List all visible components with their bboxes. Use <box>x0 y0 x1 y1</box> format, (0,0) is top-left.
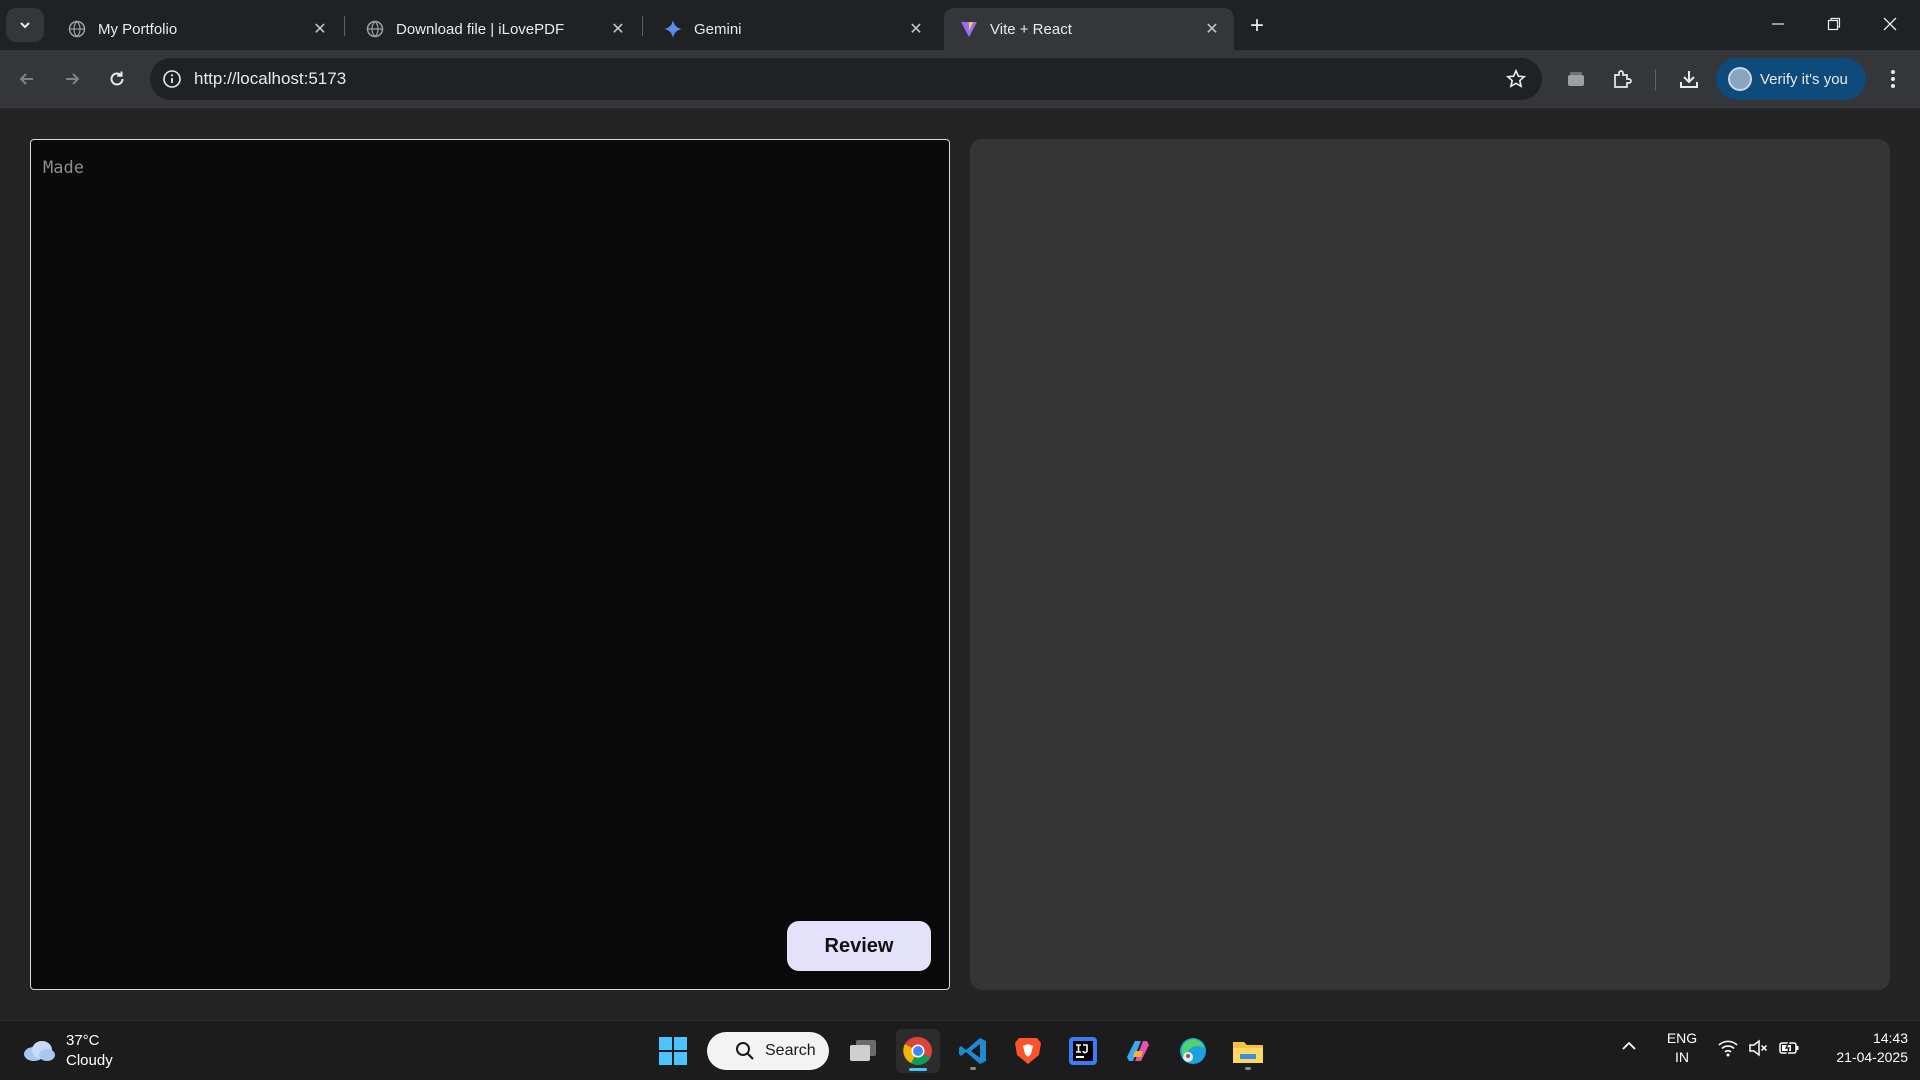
weather-temp: 37°C <box>66 1032 100 1049</box>
vscode-icon <box>959 1038 986 1064</box>
forward-button[interactable] <box>55 62 89 96</box>
chevron-down-icon <box>20 22 30 29</box>
system-status-group[interactable] <box>1718 1039 1800 1057</box>
search-label: Search <box>765 1042 816 1059</box>
tab-title: Vite + React <box>990 20 1072 38</box>
tab-separator <box>642 16 643 36</box>
back-button[interactable] <box>10 62 44 96</box>
brave-taskbar-button[interactable] <box>1006 1029 1050 1073</box>
search-icon <box>735 1041 755 1066</box>
minimize-button[interactable] <box>1750 0 1806 48</box>
chrome-icon <box>903 1036 932 1065</box>
windows-logo-icon <box>659 1037 687 1065</box>
tab-groups-icon[interactable] <box>1561 64 1591 94</box>
active-indicator <box>909 1068 927 1071</box>
arrow-left-icon <box>19 73 33 85</box>
speaker-muted-icon <box>1749 1039 1768 1057</box>
task-view-button[interactable] <box>841 1029 885 1073</box>
tab-my-portfolio[interactable]: My Portfolio ✕ <box>52 8 342 50</box>
globe-icon <box>366 20 384 38</box>
tab-title: Download file | iLovePDF <box>396 20 565 38</box>
weather-desc: Cloudy <box>66 1052 113 1069</box>
chevron-up-icon <box>1622 1041 1636 1050</box>
code-editor[interactable]: Made Review <box>30 139 950 990</box>
editor-text[interactable]: Made <box>43 158 84 178</box>
edge-taskbar-button[interactable] <box>1171 1029 1215 1073</box>
show-hidden-icons-button[interactable] <box>1620 1039 1638 1058</box>
site-info-icon[interactable] <box>150 58 194 100</box>
copilot-icon <box>1127 1041 1149 1061</box>
clock-date: 21-04-2025 <box>1836 1049 1908 1065</box>
battery-charging-icon <box>1779 1041 1799 1055</box>
toolbar-divider <box>1655 69 1656 91</box>
review-button[interactable]: Review <box>787 921 931 971</box>
tab-ilovepdf[interactable]: Download file | iLovePDF ✕ <box>350 8 640 50</box>
intellij-taskbar-button[interactable] <box>1061 1029 1105 1073</box>
tab-vite-react[interactable]: Vite + React ✕ <box>944 8 1234 50</box>
review-output-panel <box>970 139 1890 990</box>
vscode-taskbar-button[interactable] <box>951 1029 995 1073</box>
wifi-icon <box>1718 1040 1738 1057</box>
close-icon[interactable]: ✕ <box>308 17 332 41</box>
start-button[interactable] <box>651 1029 695 1073</box>
tab-title: Gemini <box>694 20 742 38</box>
page-content: Made Review <box>0 108 1920 1020</box>
intellij-icon <box>1069 1037 1097 1065</box>
file-explorer-taskbar-button[interactable] <box>1226 1029 1270 1073</box>
chrome-taskbar-button[interactable] <box>896 1029 940 1073</box>
extensions-puzzle-icon[interactable] <box>1607 64 1637 94</box>
close-icon[interactable]: ✕ <box>606 17 630 41</box>
more-menu-icon[interactable] <box>1878 64 1908 94</box>
folder-icon <box>1233 1042 1263 1063</box>
clock[interactable]: 14:43 21-04-2025 <box>1814 1029 1908 1067</box>
cloud-icon <box>22 1040 56 1062</box>
copilot-taskbar-button[interactable] <box>1116 1029 1160 1073</box>
lang-line1: ENG <box>1666 1030 1698 1046</box>
tab-separator <box>344 16 345 36</box>
address-bar[interactable]: http://localhost:5173 <box>150 58 1542 100</box>
restore-icon <box>1827 17 1841 31</box>
restore-button[interactable] <box>1806 0 1862 48</box>
clock-time: 14:43 <box>1872 1030 1908 1046</box>
close-window-button[interactable] <box>1862 0 1918 48</box>
taskbar: 37°C Cloudy Search ENG IN 14:43 21-04-20… <box>0 1020 1920 1080</box>
tab-strip: My Portfolio ✕ Download file | iLovePDF … <box>0 0 1920 50</box>
tab-gemini[interactable]: Gemini ✕ <box>648 8 938 50</box>
close-icon[interactable]: ✕ <box>1200 17 1224 41</box>
verify-profile-button[interactable]: Verify it's you <box>1716 58 1866 100</box>
arrow-right-icon <box>66 73 80 85</box>
gemini-sparkle-icon <box>664 20 682 38</box>
download-icon[interactable] <box>1674 64 1704 94</box>
reload-icon <box>110 71 124 86</box>
globe-icon <box>68 20 86 38</box>
running-indicator <box>1245 1067 1251 1070</box>
task-view-icon <box>850 1040 876 1061</box>
close-icon[interactable]: ✕ <box>904 17 928 41</box>
url-text[interactable]: http://localhost:5173 <box>194 69 346 89</box>
close-icon <box>1883 17 1897 31</box>
vite-icon <box>960 20 978 38</box>
language-indicator[interactable]: ENG IN <box>1664 1029 1700 1067</box>
browser-toolbar: http://localhost:5173 Verify it's you <box>0 50 1920 108</box>
tab-title: My Portfolio <box>98 20 178 38</box>
brave-lion-icon <box>1015 1038 1041 1064</box>
avatar <box>1728 67 1752 91</box>
tab-search-button[interactable] <box>6 8 44 42</box>
reload-button[interactable] <box>100 62 134 96</box>
bookmark-star-icon[interactable] <box>1504 67 1528 91</box>
edge-icon <box>1180 1038 1206 1064</box>
weather-widget[interactable]: 37°C Cloudy <box>22 1031 113 1071</box>
running-indicator <box>970 1067 976 1070</box>
lang-line2: IN <box>1675 1049 1689 1065</box>
minimize-icon <box>1772 23 1784 25</box>
taskbar-search[interactable]: Search <box>707 1032 829 1070</box>
new-tab-button[interactable]: + <box>1243 12 1271 40</box>
verify-label: Verify it's you <box>1760 70 1848 88</box>
